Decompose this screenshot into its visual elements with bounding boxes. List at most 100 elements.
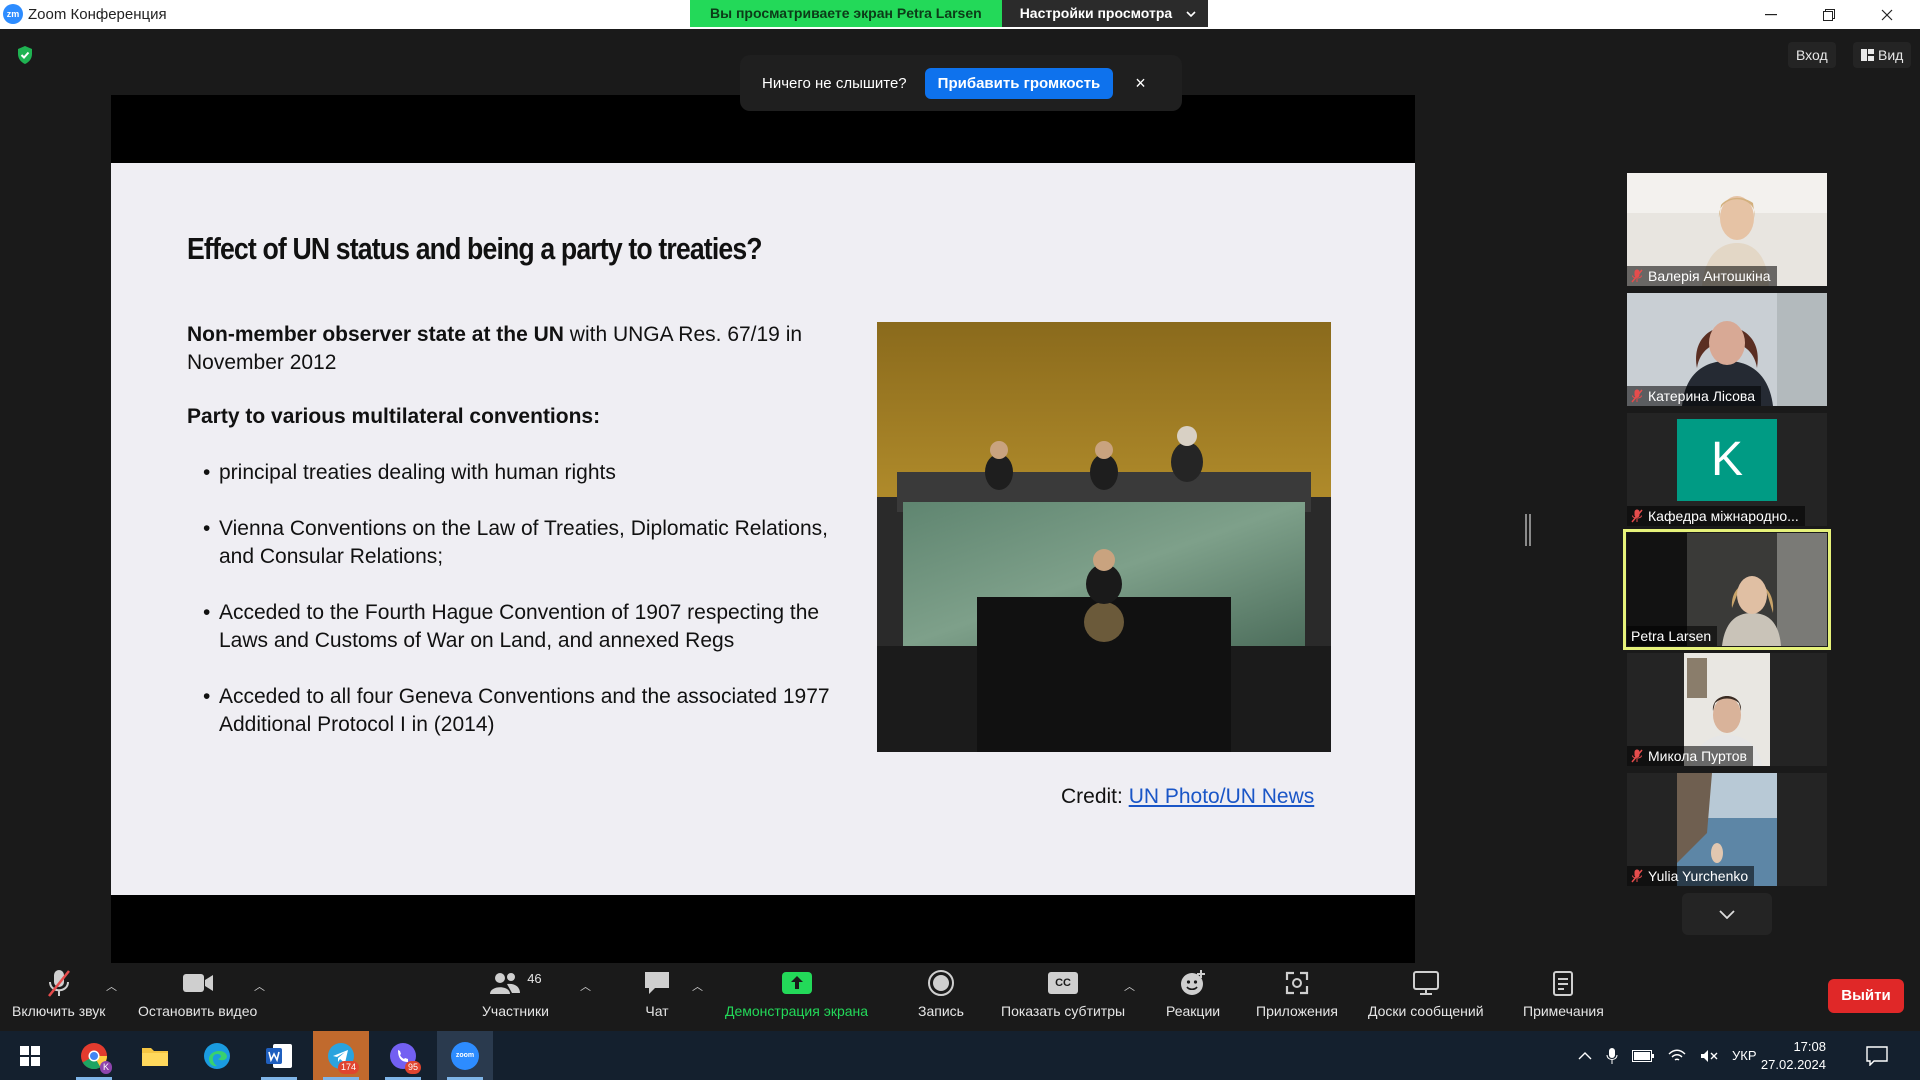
captions-options-caret[interactable]: ︿ <box>1124 978 1135 994</box>
chat-options-caret[interactable]: ︿ <box>692 978 703 994</box>
participant-tile[interactable]: Катерина Лісова <box>1627 293 1827 406</box>
apps-button[interactable]: Приложения <box>1256 963 1338 1031</box>
viewing-screen-label: Вы просматриваете экран Petra Larsen <box>690 0 1002 27</box>
reactions-button[interactable]: Реакции <box>1166 963 1220 1031</box>
chat-icon <box>645 972 669 994</box>
mic-muted-icon <box>1631 869 1643 883</box>
stop-video-label: Остановить видео <box>138 1003 258 1019</box>
record-icon <box>927 970 954 996</box>
panel-resize-handle[interactable] <box>1525 514 1531 546</box>
window-title-bar: zm Zoom Конференция Вы просматриваете эк… <box>0 0 1920 29</box>
record-button[interactable]: Запись <box>918 963 964 1031</box>
share-screen-button[interactable]: Демонстрация экрана <box>725 963 868 1031</box>
participants-label: Участники <box>482 1003 549 1019</box>
video-camera-icon <box>182 974 213 992</box>
whiteboards-label: Доски сообщений <box>1368 1003 1484 1019</box>
participant-tile[interactable]: K Кафедра міжнародно... <box>1627 413 1827 526</box>
taskbar-word[interactable] <box>251 1031 307 1080</box>
credit-link[interactable]: UN Photo/UN News <box>1129 785 1315 808</box>
chat-button[interactable]: Чат <box>643 963 671 1031</box>
scroll-participants-down-button[interactable] <box>1682 893 1772 935</box>
mic-muted-icon <box>1631 389 1643 403</box>
taskbar-viber[interactable]: 95 <box>375 1031 431 1080</box>
participant-name-label: Валерія Антошкіна <box>1627 266 1777 286</box>
taskbar-zoom[interactable]: zoom <box>437 1031 493 1080</box>
unmute-button[interactable]: Включить звук <box>12 963 105 1031</box>
minimize-button[interactable] <box>1748 0 1794 29</box>
participant-name-label: Катерина Лісова <box>1627 386 1761 406</box>
photo-credit: Credit: UN Photo/UN News <box>1061 785 1314 809</box>
slide-bullet: Acceded to the Fourth Hague Convention o… <box>203 599 839 655</box>
participant-tile[interactable]: Микола Пуртов <box>1627 653 1827 766</box>
credit-label: Credit: <box>1061 785 1129 808</box>
stop-video-button[interactable]: Остановить видео <box>138 963 257 1031</box>
participant-name: Микола Пуртов <box>1648 748 1747 764</box>
presentation-slide: Effect of UN status and being a party to… <box>111 163 1415 895</box>
taskbar-file-explorer[interactable] <box>127 1031 183 1080</box>
mic-muted-icon <box>1631 269 1643 283</box>
minimize-icon <box>1765 13 1777 15</box>
participant-tile-active-speaker[interactable]: Petra Larsen <box>1623 529 1831 650</box>
apps-label: Приложения <box>1256 1003 1338 1019</box>
whiteboards-button[interactable]: Доски сообщений <box>1368 963 1484 1031</box>
participants-button[interactable]: 46 Участники <box>482 963 549 1031</box>
show-captions-label: Показать субтитры <box>1001 1003 1126 1019</box>
viber-unread-badge: 95 <box>404 1061 421 1074</box>
audio-options-caret[interactable]: ︿ <box>106 978 117 994</box>
participant-tile[interactable]: Yulia Yurchenko <box>1627 773 1827 886</box>
start-button[interactable] <box>2 1031 58 1080</box>
audio-check-popup: Ничего не слышите? Прибавить громкость × <box>740 55 1182 111</box>
slide-bullet: principal treaties dealing with human ri… <box>203 459 839 487</box>
show-captions-button[interactable]: CC Показать субтитры <box>1001 963 1125 1031</box>
chat-label: Чат <box>645 1003 669 1019</box>
notifications-button[interactable] <box>1866 1031 1888 1080</box>
participants-options-caret[interactable]: ︿ <box>580 978 591 994</box>
view-label: Вид <box>1878 47 1904 63</box>
folder-icon <box>142 1047 168 1066</box>
share-screen-icon <box>781 972 812 994</box>
taskbar-edge[interactable] <box>189 1031 245 1080</box>
whiteboard-icon <box>1412 971 1439 995</box>
screen-share-banner: Вы просматриваете экран Petra Larsen Нас… <box>690 0 1209 27</box>
slide-bullet: Vienna Conventions on the Law of Treatie… <box>203 515 839 571</box>
close-popup-button[interactable]: × <box>1135 73 1146 94</box>
video-options-caret[interactable]: ︿ <box>254 978 265 994</box>
participant-name-label: Микола Пуртов <box>1627 746 1753 766</box>
keyboard-language[interactable]: УКР <box>1732 1048 1757 1063</box>
restore-button[interactable] <box>1806 0 1852 29</box>
taskbar-chrome[interactable]: K <box>66 1031 122 1080</box>
notes-label: Примечания <box>1523 1003 1604 1019</box>
un-general-assembly-photo <box>877 322 1331 752</box>
restore-icon <box>1823 8 1835 21</box>
unmute-label: Включить звук <box>12 1003 106 1019</box>
clock[interactable]: 17:08 27.02.2024 <box>1758 1031 1826 1080</box>
chevron-down-icon <box>1186 10 1196 17</box>
increase-volume-button[interactable]: Прибавить громкость <box>924 67 1114 99</box>
chevron-up-icon[interactable] <box>1578 1051 1592 1060</box>
login-button[interactable]: Вход <box>1788 42 1836 68</box>
reaction-smiley-icon <box>1181 970 1206 995</box>
participant-tile[interactable]: Валерія Антошкіна <box>1627 173 1827 286</box>
participant-name-label: Кафедра міжнародно... <box>1627 506 1805 526</box>
taskbar-telegram[interactable]: 174 <box>313 1031 369 1080</box>
record-label: Запись <box>918 1003 964 1019</box>
slide-title: Effect of UN status and being a party to… <box>187 231 763 266</box>
leave-meeting-button[interactable]: Выйти <box>1828 979 1904 1013</box>
edge-icon <box>204 1042 230 1069</box>
microphone-icon[interactable] <box>1606 1047 1618 1065</box>
clock-date: 27.02.2024 <box>1760 1056 1826 1072</box>
meeting-toolbar: Включить звук ︿ Остановить видео ︿ 46 Уч… <box>0 963 1920 1031</box>
security-shield-icon[interactable] <box>15 45 35 65</box>
mic-muted-icon <box>47 970 70 997</box>
participant-name: Petra Larsen <box>1631 628 1712 644</box>
audio-check-message: Ничего не слышите? <box>762 74 907 92</box>
notes-button[interactable]: Примечания <box>1523 963 1604 1031</box>
windows-logo-icon <box>20 1045 40 1066</box>
close-window-button[interactable] <box>1864 0 1910 29</box>
view-options-button[interactable]: Настройки просмотра <box>1001 0 1209 27</box>
view-button[interactable]: Вид <box>1853 42 1912 68</box>
wifi-icon[interactable] <box>1668 1049 1686 1063</box>
zoom-icon: zoom <box>451 1041 479 1070</box>
battery-icon[interactable] <box>1632 1049 1654 1062</box>
volume-muted-icon[interactable] <box>1700 1049 1718 1063</box>
